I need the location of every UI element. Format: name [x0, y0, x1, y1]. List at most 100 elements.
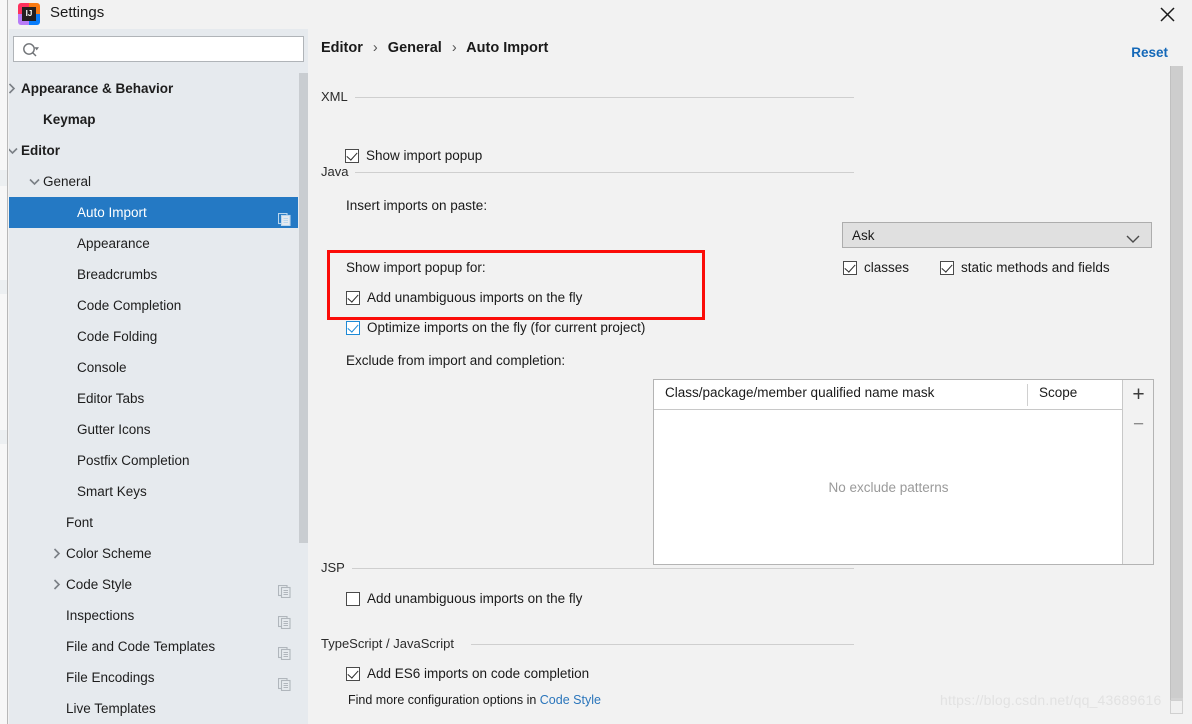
sidebar-item-file-and-code-templates[interactable]: File and Code Templates [9, 631, 308, 662]
sidebar-item-color-scheme[interactable]: Color Scheme [9, 538, 308, 569]
insert-imports-on-paste-select[interactable]: Ask [842, 222, 1152, 248]
checkbox-label: Show import popup [366, 148, 483, 163]
breadcrumb-item-editor[interactable]: Editor [321, 40, 363, 56]
breadcrumb-separator: › [372, 40, 378, 56]
group-divider [355, 172, 854, 173]
background-window-fragment [0, 430, 7, 444]
sidebar-item-breadcrumbs[interactable]: Breadcrumbs [9, 259, 308, 290]
group-header-java: Java [321, 164, 854, 180]
main-scrollbar-thumb[interactable] [1171, 66, 1183, 698]
sidebar-item-code-folding[interactable]: Code Folding [9, 321, 308, 352]
sidebar-item-general[interactable]: General [9, 166, 308, 197]
checkbox-optimize-imports-on-the-fly[interactable]: Optimize imports on the fly (for current… [346, 320, 645, 335]
watermark: https://blog.csdn.net/qq_43689616 [940, 692, 1162, 708]
sidebar-item-code-style[interactable]: Code Style [9, 569, 308, 600]
group-header-xml: XML [321, 89, 854, 105]
checkbox-box[interactable] [940, 260, 954, 275]
group-header-jsp: JSP [321, 560, 854, 576]
checkbox-box[interactable] [346, 320, 360, 335]
checkbox-box[interactable] [843, 260, 857, 275]
checkbox-add-es6-imports[interactable]: Add ES6 imports on code completion [346, 666, 589, 681]
checkbox-popup-classes[interactable]: classes [843, 260, 909, 275]
chevron-right-icon[interactable] [50, 538, 64, 569]
chevron-down-icon[interactable] [9, 135, 19, 166]
background-window-sliver [0, 0, 8, 724]
table-column-divider[interactable] [1027, 384, 1028, 406]
sidebar-item-font[interactable]: Font [9, 507, 308, 538]
sidebar-item-label: Gutter Icons [77, 422, 151, 437]
sidebar-item-console[interactable]: Console [9, 352, 308, 383]
sidebar-item-editor-tabs[interactable]: Editor Tabs [9, 383, 308, 414]
close-icon[interactable] [1143, 0, 1192, 29]
sidebar-item-keymap[interactable]: Keymap [9, 104, 308, 135]
breadcrumb-item-auto-import[interactable]: Auto Import [466, 40, 548, 56]
checkbox-add-unambiguous-imports-java[interactable]: Add unambiguous imports on the fly [346, 290, 582, 305]
group-label-ts-js: TypeScript / JavaScript [321, 636, 460, 651]
table-toolbar: + − [1122, 380, 1153, 564]
group-divider [352, 568, 854, 569]
breadcrumb-item-general[interactable]: General [388, 40, 442, 56]
breadcrumb-separator: › [451, 40, 457, 56]
checkbox-xml-show-import-popup[interactable]: Show import popup [345, 148, 482, 163]
code-style-hint-text: Find more configuration options in [348, 693, 540, 707]
remove-pattern-button[interactable]: − [1123, 410, 1154, 440]
copy-settings-icon[interactable] [277, 609, 291, 630]
sidebar-item-label: Breadcrumbs [77, 267, 158, 282]
search-icon [22, 42, 40, 61]
sidebar-item-smart-keys[interactable]: Smart Keys [9, 476, 308, 507]
settings-sidebar: Appearance & Behavior Keymap Editor General… [9, 29, 308, 724]
sidebar-item-label: Color Scheme [66, 546, 152, 561]
checkbox-box[interactable] [346, 666, 360, 681]
select-value: Ask [852, 227, 875, 243]
chevron-right-icon[interactable] [50, 569, 64, 600]
checkbox-box[interactable] [346, 290, 360, 305]
checkbox-label: Add unambiguous imports on the fly [367, 290, 583, 305]
sidebar-item-file-encodings[interactable]: File Encodings [9, 662, 308, 693]
breadcrumb: Editor › General › Auto Import [321, 40, 548, 56]
sidebar-item-gutter-icons[interactable]: Gutter Icons [9, 414, 308, 445]
sidebar-item-label: Keymap [43, 112, 96, 127]
sidebar-item-postfix-completion[interactable]: Postfix Completion [9, 445, 308, 476]
intellij-idea-logo-icon: IJ [18, 3, 40, 25]
group-label-xml: XML [321, 89, 354, 104]
checkbox-box[interactable] [346, 591, 360, 606]
sidebar-item-appearance-behavior[interactable]: Appearance & Behavior [9, 73, 308, 104]
table-empty-message: No exclude patterns [828, 480, 949, 495]
sidebar-item-label: General [43, 174, 92, 189]
checkbox-label: Add ES6 imports on code completion [367, 666, 590, 681]
sidebar-item-label: Appearance & Behavior [21, 81, 174, 96]
copy-settings-icon[interactable] [277, 671, 291, 692]
reset-link[interactable]: Reset [1131, 45, 1168, 60]
chevron-right-icon[interactable] [9, 73, 19, 104]
copy-settings-icon[interactable] [277, 578, 291, 599]
table-column-header-scope[interactable]: Scope [1039, 385, 1077, 400]
code-style-link[interactable]: Code Style [540, 693, 601, 707]
copy-settings-icon[interactable] [277, 640, 291, 661]
add-pattern-button[interactable]: + [1123, 380, 1154, 410]
search-input[interactable] [44, 37, 299, 61]
sidebar-item-editor[interactable]: Editor [9, 135, 308, 166]
search-box[interactable] [13, 36, 304, 62]
insert-imports-on-paste-label: Insert imports on paste: [346, 198, 488, 213]
sidebar-item-live-templates[interactable]: Live Templates [9, 693, 308, 724]
copy-settings-icon[interactable] [277, 206, 291, 227]
group-header-ts-js: TypeScript / JavaScript [321, 636, 854, 652]
sidebar-scrollbar-thumb[interactable] [299, 73, 308, 543]
sidebar-item-appearance[interactable]: Appearance [9, 228, 308, 259]
show-import-popup-for-label: Show import popup for: [346, 260, 486, 275]
checkbox-box[interactable] [345, 148, 359, 163]
sidebar-item-label: Code Completion [77, 298, 182, 313]
sidebar-item-inspections[interactable]: Inspections [9, 600, 308, 631]
group-divider [471, 644, 854, 645]
table-column-header-mask[interactable]: Class/package/member qualified name mask [665, 385, 934, 400]
sidebar-item-label: Smart Keys [77, 484, 147, 499]
settings-dialog: IJ Settings Appearance & Behavior Keymap E… [0, 0, 1192, 724]
checkbox-add-unambiguous-imports-jsp[interactable]: Add unambiguous imports on the fly [346, 591, 582, 606]
sidebar-item-code-completion[interactable]: Code Completion [9, 290, 308, 321]
chevron-down-icon[interactable] [27, 166, 41, 197]
checkbox-popup-static-methods[interactable]: static methods and fields [940, 260, 1110, 275]
group-label-java: Java [321, 164, 355, 179]
sidebar-item-auto-import[interactable]: Auto Import [9, 197, 308, 228]
background-window-fragment [0, 280, 7, 294]
settings-main-panel: Editor › General › Auto Import Reset XML… [308, 29, 1192, 724]
